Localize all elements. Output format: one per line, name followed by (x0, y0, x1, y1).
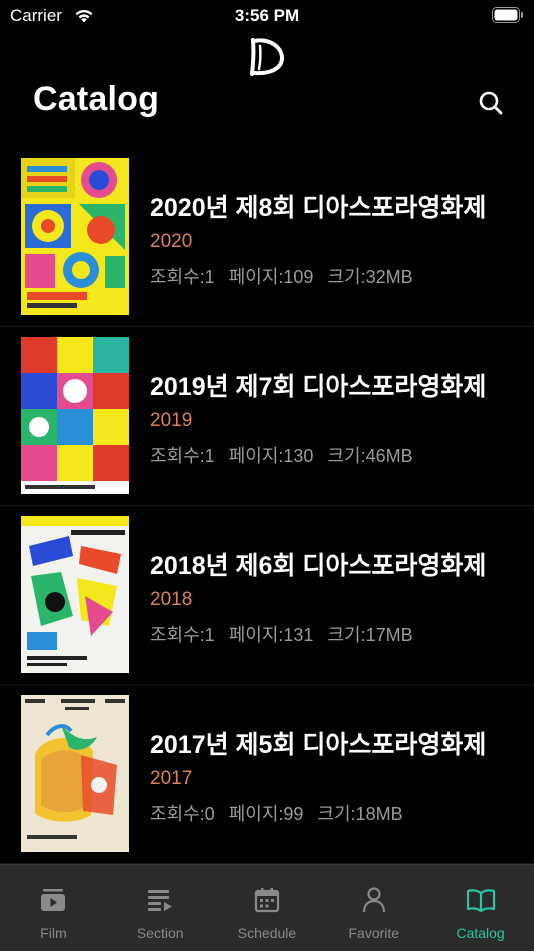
tab-film[interactable]: Film (0, 865, 107, 951)
view-count: 조회수:1 (150, 625, 215, 645)
catalog-title: 2020년 제8회 디아스포라영화제 (150, 194, 487, 222)
page-count: 페이지:130 (228, 446, 314, 466)
catalog-list: 2020년 제8회 디아스포라영화제 2020 조회수:1 페이지:109 크기… (0, 148, 534, 864)
clock: 3:56 PM (234, 6, 300, 25)
catalog-title: 2017년 제5회 디아스포라영화제 (150, 731, 487, 759)
catalog-year: 2018 (150, 589, 193, 610)
person-icon (362, 887, 385, 913)
film-icon (41, 889, 66, 911)
file-size: 크기:17MB (327, 625, 413, 645)
catalog-year: 2019 (150, 410, 193, 431)
file-size: 크기:46MB (327, 446, 413, 466)
book-icon (466, 889, 495, 913)
catalog-item[interactable]: 2020년 제8회 디아스포라영화제 2020 조회수:1 페이지:109 크기… (0, 148, 534, 327)
catalog-item[interactable]: 2018년 제6회 디아스포라영화제 2018 조회수:1 페이지:131 크기… (0, 506, 534, 685)
catalog-title: 2019년 제7회 디아스포라영화제 (150, 373, 487, 401)
calendar-icon (254, 888, 280, 913)
catalog-cover-image (21, 695, 129, 852)
catalog-item[interactable]: 2019년 제7회 디아스포라영화제 2019 조회수:1 페이지:130 크기… (0, 327, 534, 506)
file-size: 크기:18MB (317, 804, 403, 824)
catalog-year: 2020 (150, 231, 193, 252)
catalog-title: 2018년 제6회 디아스포라영화제 (150, 552, 487, 580)
tab-label: Catalog (456, 925, 505, 941)
status-bar: Carrier 3:56 PM (0, 0, 534, 32)
catalog-meta: 조회수:1 페이지:130 크기:46MB (150, 442, 422, 468)
tab-label: Schedule (237, 925, 297, 941)
view-count: 조회수:0 (150, 804, 215, 824)
tab-label: Film (40, 925, 67, 941)
catalog-item[interactable]: 2017년 제5회 디아스포라영화제 2017 조회수:0 페이지:99 크기:… (0, 685, 534, 864)
catalog-meta: 조회수:1 페이지:131 크기:17MB (150, 621, 422, 647)
search-icon[interactable] (476, 88, 506, 118)
page-count: 페이지:99 (228, 804, 304, 824)
app-logo-icon (250, 38, 285, 76)
catalog-meta: 조회수:1 페이지:109 크기:32MB (150, 263, 422, 289)
tab-label: Favorite (348, 925, 400, 941)
tab-schedule[interactable]: Schedule (214, 865, 321, 951)
catalog-cover-image (21, 158, 129, 315)
catalog-year: 2017 (150, 768, 193, 789)
tab-section[interactable]: Section (107, 865, 214, 951)
view-count: 조회수:1 (150, 446, 215, 466)
catalog-meta: 조회수:0 페이지:99 크기:18MB (150, 800, 412, 826)
page-title: Catalog (33, 80, 160, 118)
view-count: 조회수:1 (150, 267, 215, 287)
tab-bar: Film Section Schedule Favorite Catalog (0, 864, 534, 951)
catalog-cover-image (21, 337, 129, 494)
file-size: 크기:32MB (327, 267, 413, 287)
page-count: 페이지:131 (228, 625, 314, 645)
tab-catalog[interactable]: Catalog (427, 865, 534, 951)
battery-icon (492, 7, 523, 23)
catalog-cover-image (21, 516, 129, 673)
page-count: 페이지:109 (228, 267, 314, 287)
section-list-icon (148, 890, 173, 911)
tab-favorite[interactable]: Favorite (320, 865, 427, 951)
tab-label: Section (136, 925, 184, 941)
